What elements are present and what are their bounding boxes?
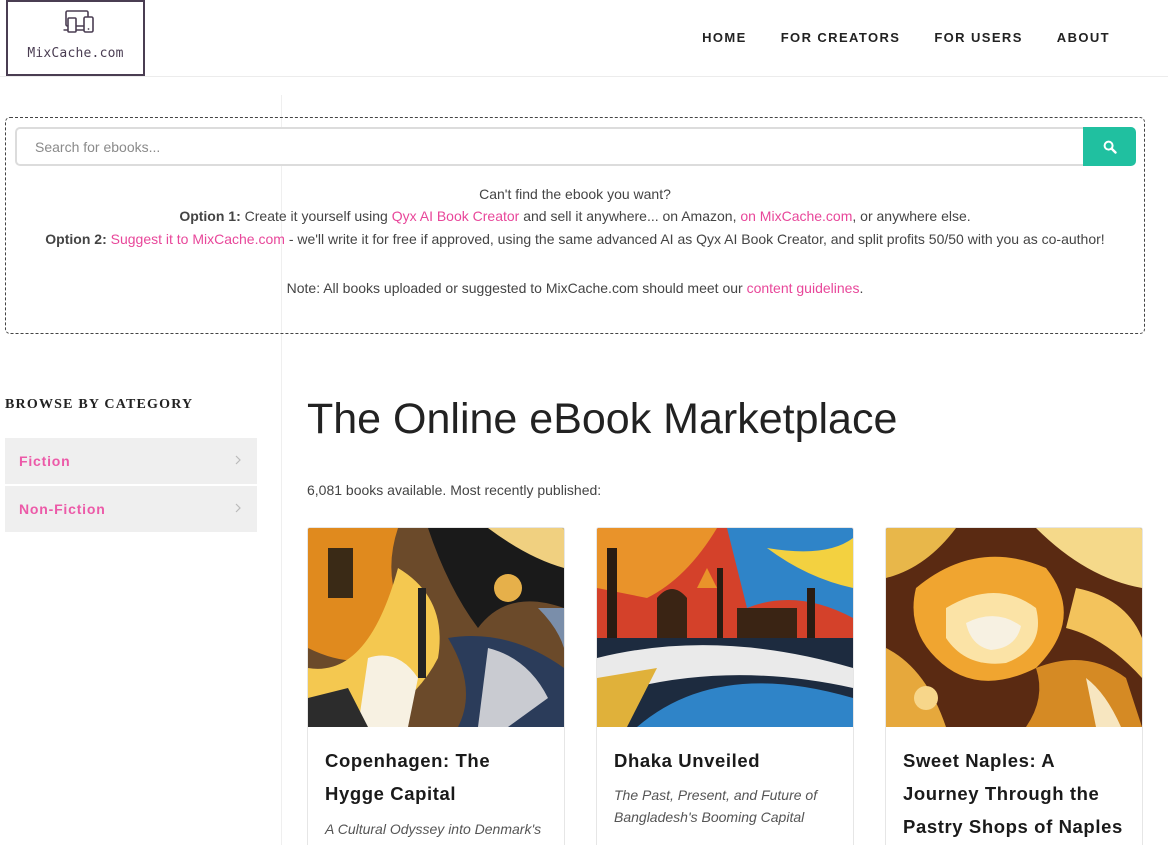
book-title[interactable]: Copenhagen: The Hygge Capital	[325, 744, 551, 810]
note-pre: Note: All books uploaded or suggested to…	[286, 280, 743, 296]
option-1-line: Option 1: Create it yourself using Qyx A…	[6, 208, 1144, 224]
book-cover-image	[886, 528, 1142, 727]
search-panel: Can't find the ebook you want? Option 1:…	[5, 117, 1145, 334]
chevron-right-icon	[235, 503, 241, 513]
book-card[interactable]: Dhaka Unveiled The Past, Present, and Fu…	[596, 527, 854, 845]
on-mixcache-link[interactable]: on MixCache.com	[740, 208, 852, 224]
category-label: Fiction	[19, 453, 71, 469]
search-button[interactable]	[1083, 127, 1136, 166]
book-count-text: 6,081 books available. Most recently pub…	[307, 482, 602, 498]
search-icon	[1103, 140, 1117, 154]
nav-home[interactable]: HOME	[702, 30, 747, 45]
category-fiction[interactable]: Fiction	[5, 438, 257, 484]
nav-for-users[interactable]: FOR USERS	[934, 30, 1022, 45]
devices-icon	[63, 10, 94, 33]
book-card[interactable]: Copenhagen: The Hygge Capital A Cultural…	[307, 527, 565, 845]
option-2-label: Option 2:	[45, 231, 107, 247]
browse-by-category-heading: BROWSE BY CATEGORY	[5, 397, 194, 412]
book-cover-image	[597, 528, 853, 727]
book-cover-image	[308, 528, 564, 727]
option-2-post: - we'll write it for free if approved, u…	[288, 231, 1105, 247]
option-1-post: , or anywhere else.	[852, 208, 971, 224]
qyx-book-creator-link[interactable]: Qyx AI Book Creator	[392, 208, 520, 224]
guidelines-note: Note: All books uploaded or suggested to…	[6, 280, 1144, 296]
nav-about[interactable]: ABOUT	[1057, 30, 1110, 45]
cant-find-text: Can't find the ebook you want?	[479, 186, 671, 202]
search-input[interactable]	[15, 127, 1085, 166]
site-header: MixCache.com HOME FOR CREATORS FOR USERS…	[0, 0, 1168, 77]
logo-text: MixCache.com	[27, 46, 124, 61]
main-nav: HOME FOR CREATORS FOR USERS ABOUT	[702, 30, 1110, 45]
category-label: Non-Fiction	[19, 501, 106, 517]
content-guidelines-link[interactable]: content guidelines	[747, 280, 860, 296]
book-title[interactable]: Dhaka Unveiled	[614, 744, 840, 777]
site-logo[interactable]: MixCache.com	[6, 0, 145, 76]
book-subtitle: The Past, Present, and Future of Banglad…	[614, 787, 818, 825]
book-subtitle: A Cultural Odyssey into Denmark's Most C…	[325, 821, 542, 845]
page-title: The Online eBook Marketplace	[307, 395, 898, 443]
note-post: .	[859, 280, 864, 296]
chevron-right-icon	[235, 455, 241, 465]
option-1-label: Option 1:	[179, 208, 241, 224]
book-card[interactable]: Sweet Naples: A Journey Through the Past…	[885, 527, 1143, 845]
nav-for-creators[interactable]: FOR CREATORS	[781, 30, 901, 45]
option-1-mid: and sell it anywhere... on Amazon,	[523, 208, 737, 224]
book-title[interactable]: Sweet Naples: A Journey Through the Past…	[903, 744, 1129, 843]
option-1-pre: Create it yourself using	[244, 208, 388, 224]
category-non-fiction[interactable]: Non-Fiction	[5, 486, 257, 532]
option-2-line: Option 2: Suggest it to MixCache.com - w…	[6, 231, 1144, 247]
suggest-link[interactable]: Suggest it to MixCache.com	[111, 231, 285, 247]
